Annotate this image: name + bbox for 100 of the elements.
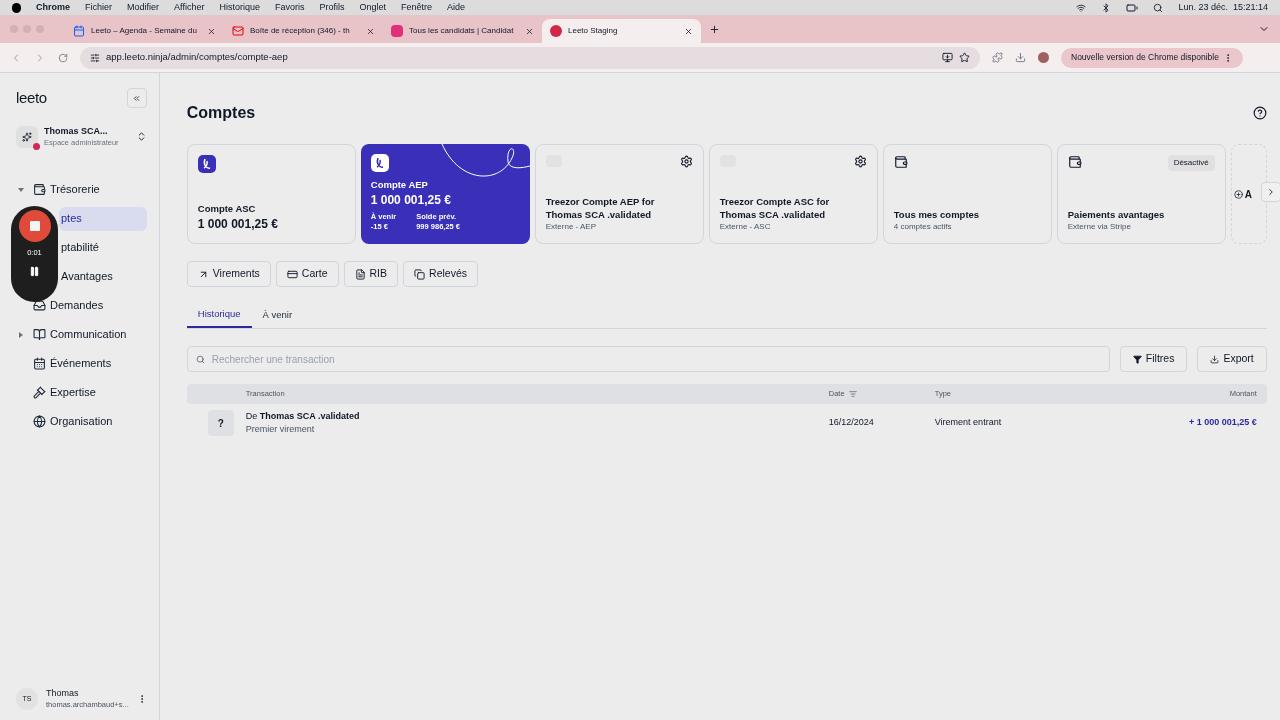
pause-icon[interactable] [29, 266, 40, 278]
stop-button[interactable] [18, 210, 51, 242]
close-icon[interactable] [684, 26, 693, 36]
copy-icon [414, 268, 426, 280]
gavel-icon [33, 386, 46, 399]
action-button[interactable]: Virements [186, 261, 271, 287]
page-title: Comptes [186, 103, 256, 123]
bluetooth-icon[interactable] [1101, 2, 1112, 13]
menu-item[interactable]: Onglet [359, 0, 386, 15]
menu-item[interactable]: Fenêtre [401, 0, 433, 15]
menu-item[interactable]: Afficher [174, 0, 205, 15]
transaction-note: Premier virement [245, 423, 316, 436]
mail-icon [232, 25, 244, 37]
globe-icon [33, 415, 46, 428]
menu-item[interactable]: Favoris [274, 0, 305, 15]
tab[interactable]: Historique [186, 302, 252, 328]
sidebar-item[interactable]: Organisation [12, 409, 147, 434]
account-card[interactable]: Treezor Compte AEP for Thomas SCA .validated Externe - AEP [534, 144, 704, 244]
account-subtitle: 4 comptes actifs [893, 221, 953, 233]
action-button[interactable]: Carte [275, 261, 339, 287]
book-icon [33, 328, 46, 341]
settings-icon[interactable] [679, 155, 693, 168]
table-cell-text: 16/12/2024 [828, 416, 875, 430]
reload-icon[interactable] [58, 52, 68, 63]
account-card[interactable]: Tous mes comptes 4 comptes actifs [882, 144, 1052, 244]
user-name: Thomas [46, 688, 80, 699]
search-input[interactable]: Rechercher une transaction [211, 351, 1101, 367]
account-name: Tous mes comptes [893, 208, 981, 221]
close-icon[interactable] [207, 26, 216, 36]
workspace-name: Thomas SCA... [44, 125, 109, 137]
wallet-icon [893, 155, 908, 169]
account-subtitle: Externe - AEP [545, 221, 597, 233]
document-icon [354, 268, 366, 280]
sidebar-item[interactable]: Expertise [12, 380, 147, 405]
account-balance: 1 000 001,25 € [197, 216, 279, 233]
tab[interactable]: À venir [251, 302, 304, 328]
apple-icon[interactable] [12, 2, 21, 13]
menu-item[interactable]: Aide [447, 0, 466, 15]
settings-icon[interactable] [853, 155, 867, 168]
badge-icon [33, 142, 40, 150]
calendar-icon [33, 357, 46, 370]
sidebar-item[interactable]: Trésorerie [12, 177, 147, 202]
tab-title: Tous les candidats | Candidat [409, 25, 515, 37]
transaction-row[interactable]: ? De Thomas SCA .validated Premier virement 16/12/2024 Virement entrant + 1 000 001,25 € [186, 404, 1267, 442]
export-button[interactable]: Export [1197, 346, 1267, 372]
wallet-icon [33, 183, 46, 196]
browser-tab[interactable]: Tous les candidats | Candidat [383, 19, 542, 43]
action-button[interactable]: Relevés [403, 261, 478, 287]
decorative-curve-icon [439, 144, 530, 180]
action-button[interactable]: RIB [343, 261, 399, 287]
menu-item[interactable]: Profils [319, 0, 345, 15]
sidebar-item[interactable]: Avantages [59, 264, 147, 289]
close-icon[interactable] [525, 26, 534, 36]
bookmark-icon[interactable] [959, 52, 970, 63]
account-balance: 1 000 001,25 € [370, 192, 452, 209]
add-icon [1233, 189, 1243, 199]
leeto-logo-icon [197, 155, 216, 173]
site-settings-icon[interactable] [90, 52, 100, 63]
account-card[interactable]: Désactivé Paiements avantages Externe via Stripe [1056, 144, 1226, 244]
transaction-title: De Thomas SCA .validated [245, 410, 360, 423]
clock[interactable]: Lun. 23 déc. 15:21:14 [1178, 0, 1268, 15]
collapse-icon [132, 93, 142, 103]
stop-icon [29, 221, 40, 231]
battery-icon[interactable] [1126, 1, 1139, 14]
tab-title: Leeto Staging [568, 25, 619, 37]
menu-item[interactable]: Fichier [85, 0, 113, 15]
menu-item[interactable]: Modifier [127, 0, 160, 15]
sidebar-item[interactable]: Communication [12, 322, 147, 347]
help-icon[interactable] [1252, 106, 1267, 120]
update-button[interactable]: Nouvelle version de Chrome disponible [1061, 47, 1243, 68]
new-tab-icon[interactable] [709, 23, 720, 35]
search-icon[interactable] [1153, 2, 1164, 13]
tab-title: Leeto – Agenda - Semaine du [91, 25, 198, 37]
filter-button[interactable]: Filtres [1119, 346, 1188, 372]
calendar-icon [73, 25, 85, 37]
address-bar[interactable]: app.leeto.ninja/admin/comptes/compte-aep [80, 46, 980, 69]
account-card[interactable]: Treezor Compte ASC for Thomas SCA .validated Externe - ASC [708, 144, 878, 244]
search-icon [195, 354, 205, 364]
close-icon[interactable] [366, 26, 375, 36]
wifi-icon[interactable] [1076, 2, 1087, 13]
app-icon [391, 25, 403, 37]
browser-tab[interactable]: Boîte de réception (346) - th [224, 19, 383, 43]
account-name: Treezor Compte ASC for Thomas SCA .validated [719, 195, 831, 221]
search-field[interactable]: Rechercher une transaction [186, 346, 1110, 372]
table-cell-text: Virement entrant [934, 416, 1003, 430]
download-icon[interactable] [1015, 52, 1026, 63]
app-logo: leeto [16, 88, 47, 108]
sidebar-item[interactable]: ptabilité [59, 235, 147, 260]
sidebar-item[interactable]: ptes [59, 206, 147, 231]
account-card[interactable]: Compte ASC 1 000 001,25 € [186, 144, 356, 244]
profile-avatar[interactable] [1038, 52, 1049, 63]
transaction-icon: ? [207, 410, 234, 436]
install-icon[interactable] [942, 52, 953, 63]
sidebar-item[interactable]: Événements [12, 351, 147, 376]
menu-item[interactable]: Historique [219, 0, 260, 15]
browser-tab[interactable]: Leeto Staging [542, 19, 701, 43]
sidebar-item[interactable]: Demandes [12, 293, 147, 318]
extensions-icon[interactable] [992, 52, 1003, 63]
browser-tab[interactable]: Leeto – Agenda - Semaine du [65, 19, 224, 43]
menu-item[interactable]: Chrome [36, 0, 70, 15]
